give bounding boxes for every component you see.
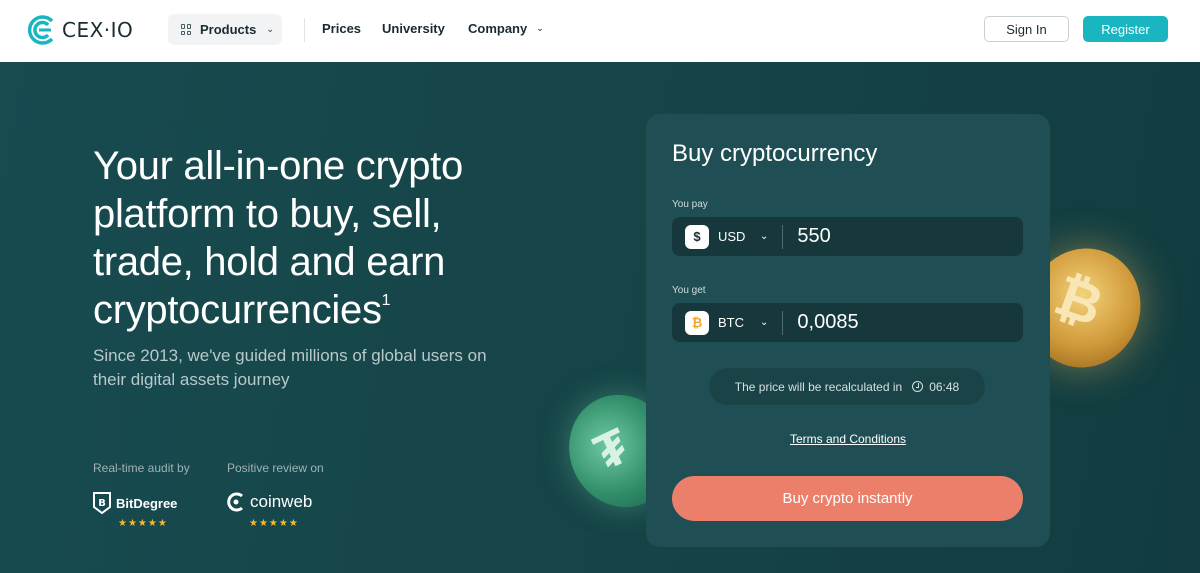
pay-amount-input[interactable]: 550 bbox=[797, 225, 830, 248]
dollar-icon: $ bbox=[685, 224, 709, 249]
nav-divider bbox=[304, 18, 305, 42]
bitdegree-shield-icon: B bbox=[93, 492, 111, 514]
nav-prices-label: Prices bbox=[322, 21, 362, 36]
register-button[interactable]: Register bbox=[1083, 16, 1168, 42]
buy-crypto-button[interactable]: Buy crypto instantly bbox=[672, 476, 1023, 521]
chevron-down-icon[interactable]: ⌄ bbox=[760, 231, 768, 242]
field-separator bbox=[782, 224, 784, 249]
grid-icon bbox=[181, 24, 192, 35]
timer-text: The price will be recalculated in bbox=[734, 379, 903, 394]
nav-prices[interactable]: Prices bbox=[322, 21, 361, 36]
pay-field: $ USD ⌄ 550 bbox=[672, 217, 1023, 256]
chevron-down-icon: ⌄ bbox=[266, 24, 274, 34]
nav-company-label: Company bbox=[468, 21, 528, 36]
get-field: ₿ BTC ⌄ 0,0085 bbox=[672, 303, 1023, 342]
cexio-logo-icon bbox=[27, 15, 54, 45]
nav-university-label: University bbox=[382, 21, 445, 36]
hero-headline: Your all-in-one crypto platform to buy, … bbox=[93, 142, 543, 334]
hero-subhead: Since 2013, we've guided millions of glo… bbox=[93, 346, 487, 389]
field-separator bbox=[782, 310, 784, 335]
pay-currency-select[interactable]: USD bbox=[718, 229, 752, 244]
sign-in-button[interactable]: Sign In bbox=[984, 16, 1069, 42]
price-recalc-timer: The price will be recalculated in 06:48 bbox=[709, 368, 985, 405]
timer-value: 06:48 bbox=[929, 379, 960, 394]
hero-headline-text: Your all-in-one crypto platform to buy, … bbox=[93, 144, 463, 332]
cexio-logo[interactable]: CEX·IO bbox=[26, 14, 133, 46]
terms-link[interactable]: Terms and Conditions bbox=[646, 432, 1050, 446]
footnote-marker: 1 bbox=[381, 292, 391, 309]
hero-section: Your all-in-one crypto platform to buy, … bbox=[0, 62, 1200, 573]
nav-products-menu[interactable]: Products ⌄ bbox=[168, 14, 282, 45]
coinweb-name: coinweb bbox=[250, 492, 313, 511]
get-amount-input[interactable]: 0,0085 bbox=[797, 311, 858, 334]
bitcoin-icon: ₿ bbox=[685, 310, 709, 335]
logo-text: CEX·IO bbox=[62, 18, 134, 42]
chevron-down-icon[interactable]: ⌄ bbox=[760, 317, 768, 328]
coinweb-logo-icon bbox=[227, 492, 243, 512]
bitdegree-badge[interactable]: B BitDegree bbox=[93, 492, 177, 514]
svg-text:B: B bbox=[98, 498, 106, 509]
top-navbar: CEX·IO Products ⌄ Prices University Comp… bbox=[0, 0, 1200, 62]
review-label: Positive review on bbox=[227, 461, 324, 475]
bitdegree-stars: ★★★★★ bbox=[118, 518, 168, 529]
coinweb-badge[interactable]: coinweb bbox=[227, 492, 312, 512]
coinweb-stars: ★★★★★ bbox=[249, 518, 299, 529]
you-get-label: You get bbox=[672, 285, 706, 296]
nav-products-label: Products bbox=[200, 22, 257, 37]
chevron-down-icon: ⌄ bbox=[536, 23, 544, 33]
audit-label: Real-time audit by bbox=[93, 461, 190, 475]
nav-company-menu[interactable]: Company ⌄ bbox=[468, 21, 544, 36]
card-title: Buy cryptocurrency bbox=[672, 140, 878, 167]
buy-crypto-card: Buy cryptocurrency You pay $ USD ⌄ 550 Y… bbox=[646, 114, 1050, 547]
bitdegree-name: BitDegree bbox=[116, 495, 178, 511]
get-currency-select[interactable]: BTC bbox=[718, 315, 752, 330]
clock-icon bbox=[912, 381, 924, 392]
you-pay-label: You pay bbox=[672, 199, 708, 210]
nav-university[interactable]: University bbox=[382, 21, 445, 36]
